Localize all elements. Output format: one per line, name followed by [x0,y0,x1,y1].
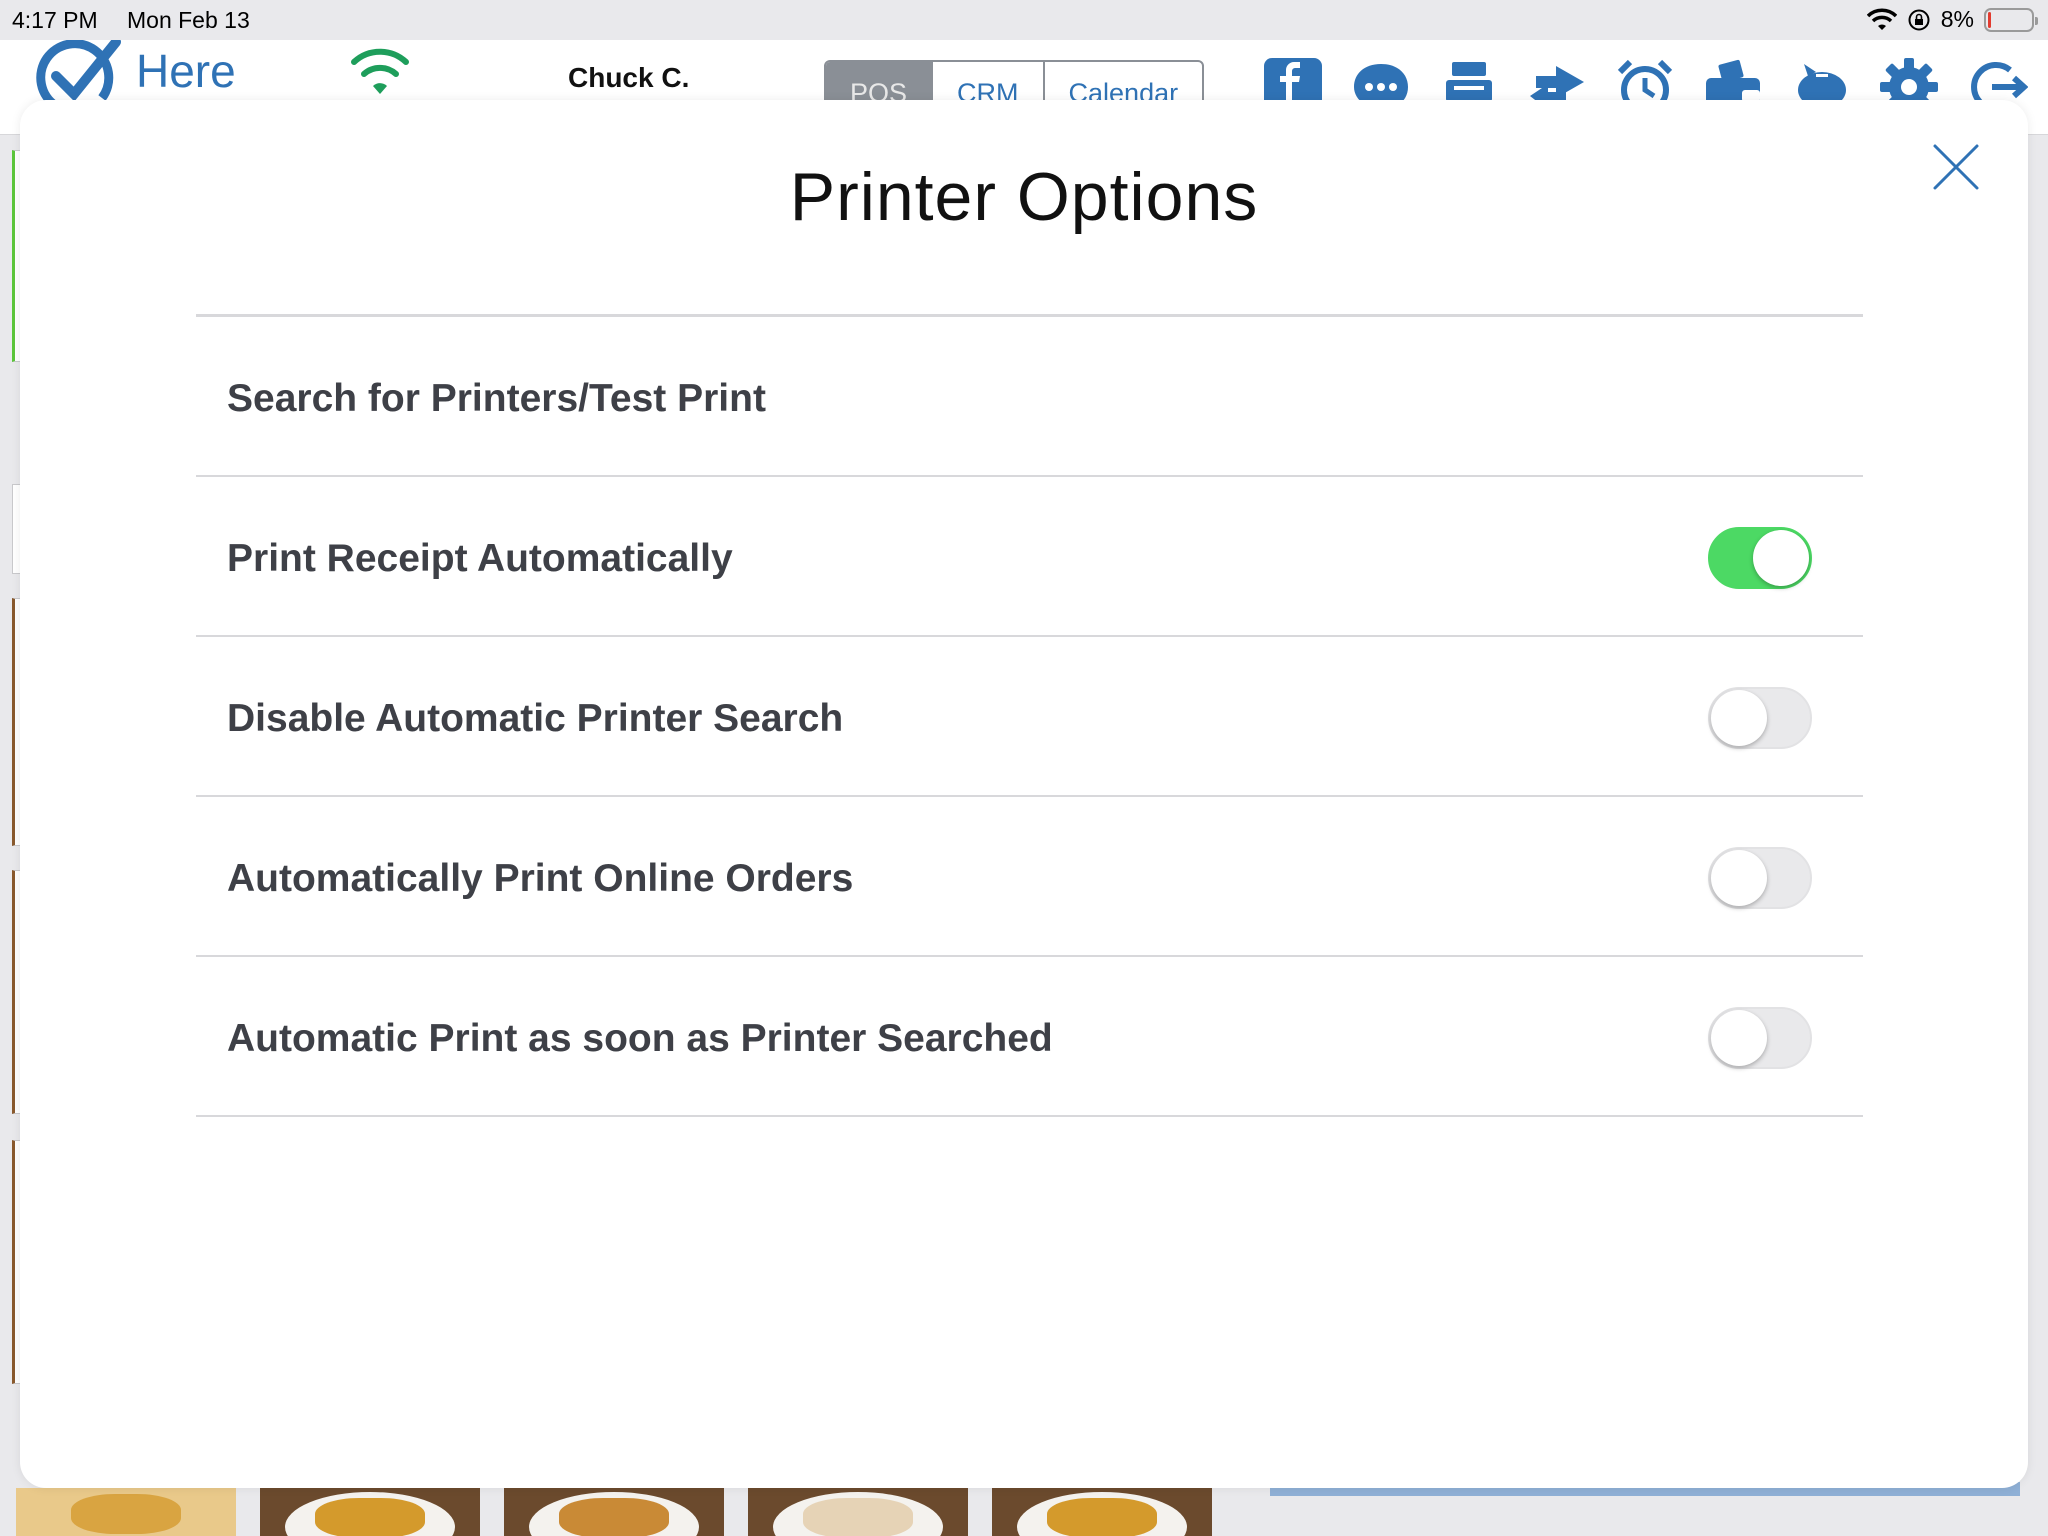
product-tile [16,1488,236,1536]
toggle-knob [1711,850,1767,906]
toggle-knob [1753,530,1809,586]
wifi-icon [1866,8,1897,30]
connection-wifi-icon [351,48,409,94]
option-label: Disable Automatic Printer Search [227,697,844,740]
disable-automatic-printer-search-toggle[interactable] [1708,687,1812,749]
toggle-knob [1711,1010,1767,1066]
automatically-print-online-orders-toggle[interactable] [1708,847,1812,909]
orientation-lock-icon [1908,9,1930,30]
option-label: Automatic Print as soon as Printer Searc… [227,1017,1053,1060]
status-right: 8% [1866,6,2038,33]
product-tile [504,1488,724,1536]
battery-percent: 8% [1940,6,1974,32]
product-tile [992,1488,1212,1536]
status-date: Mon Feb 13 [127,7,250,33]
option-label: Search for Printers/Test Print [227,377,766,420]
product-tile [260,1488,480,1536]
options-list: Search for Printers/Test Print Print Rec… [196,314,1863,1117]
option-automatically-print-online-orders: Automatically Print Online Orders [196,797,1863,957]
print-receipt-automatically-toggle[interactable] [1708,527,1812,589]
option-search-printers[interactable]: Search for Printers/Test Print [196,317,1863,477]
close-icon[interactable] [1931,142,1981,192]
option-label: Automatically Print Online Orders [227,857,854,900]
option-disable-automatic-printer-search: Disable Automatic Printer Search [196,637,1863,797]
product-tile [748,1488,968,1536]
option-print-receipt-automatically: Print Receipt Automatically [196,477,1863,637]
battery-level [1988,11,1992,28]
option-label: Print Receipt Automatically [227,537,733,580]
status-bar: 4:17 PM Mon Feb 13 8% [0,0,2048,40]
background-product-tiles [16,1488,1212,1536]
toggle-knob [1711,690,1767,746]
option-automatic-print-after-search: Automatic Print as soon as Printer Searc… [196,957,1863,1117]
modal-title: Printer Options [789,159,1259,235]
battery-icon [1984,7,2038,32]
printer-options-modal: Printer Options Search for Printers/Test… [20,100,2028,1488]
user-name[interactable]: Chuck C. [568,62,689,94]
status-time: 4:17 PM [12,7,98,33]
logo-text: Here [136,45,236,97]
automatic-print-after-search-toggle[interactable] [1708,1007,1812,1069]
